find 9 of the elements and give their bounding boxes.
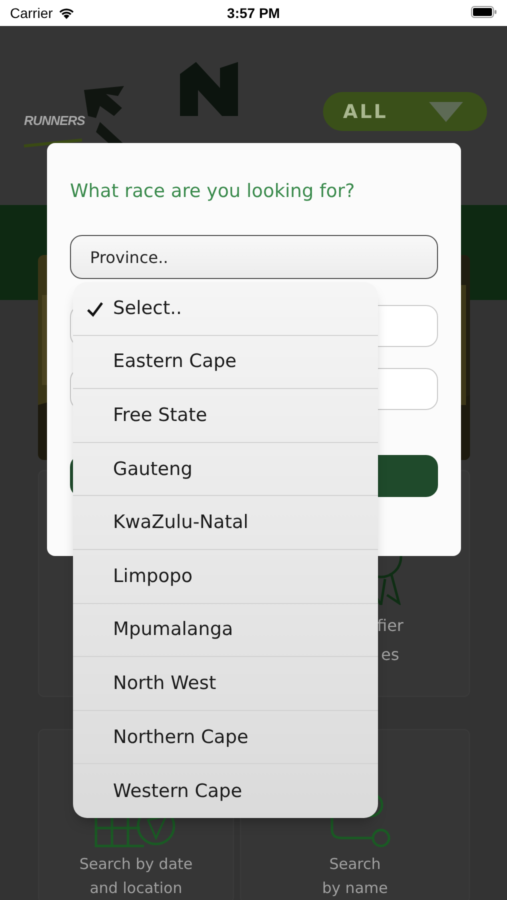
card-label: Search by date	[79, 854, 193, 875]
card-label: and location	[90, 878, 182, 899]
dialog-title: What race are you looking for?	[70, 180, 356, 204]
card-label: es	[381, 644, 400, 666]
card-label: by name	[322, 878, 388, 899]
card-label: Search	[329, 854, 381, 875]
clock-time: 3:57 PM	[227, 5, 280, 21]
card-label: fier	[377, 615, 404, 637]
carrier-label: Carrier	[10, 5, 53, 21]
